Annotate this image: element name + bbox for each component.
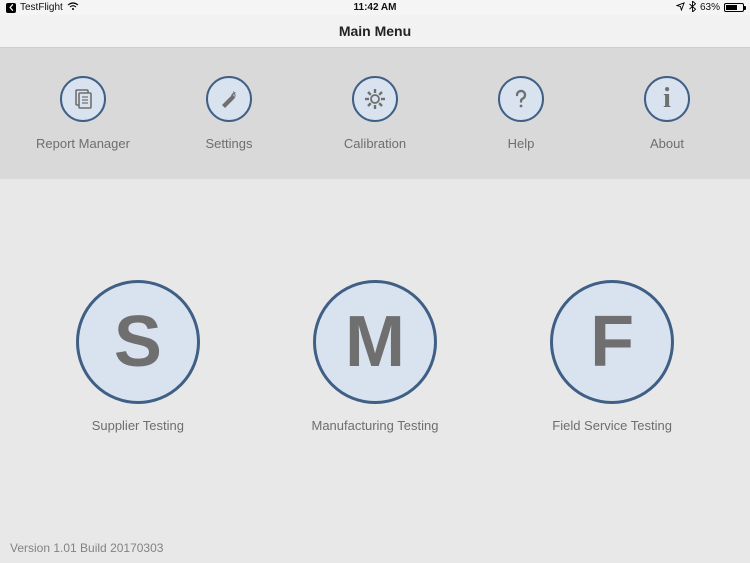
field-service-testing-icon: F: [550, 280, 674, 404]
top-label: Calibration: [344, 136, 406, 151]
info-icon: i: [644, 76, 690, 122]
field-service-testing-button[interactable]: F Field Service Testing: [550, 280, 674, 433]
about-button[interactable]: i About: [597, 76, 737, 151]
letter-glyph: F: [590, 306, 634, 378]
question-icon: [498, 76, 544, 122]
top-label: Report Manager: [36, 136, 130, 151]
gear-icon: [352, 76, 398, 122]
status-left: TestFlight: [6, 2, 79, 14]
status-bar: TestFlight 11:42 AM 63%: [0, 0, 750, 15]
status-right: 63%: [676, 1, 744, 15]
wifi-icon: [67, 2, 79, 14]
back-to-app-label[interactable]: TestFlight: [20, 2, 63, 13]
calibration-button[interactable]: Calibration: [305, 76, 445, 151]
main-label: Field Service Testing: [552, 418, 672, 433]
main-label: Supplier Testing: [92, 418, 184, 433]
report-manager-button[interactable]: Report Manager: [13, 76, 153, 151]
letter-glyph: M: [345, 306, 405, 378]
settings-button[interactable]: Settings: [159, 76, 299, 151]
page-title: Main Menu: [339, 23, 411, 39]
help-button[interactable]: Help: [451, 76, 591, 151]
version-label: Version 1.01 Build 20170303: [10, 541, 163, 555]
top-label: Help: [508, 136, 535, 151]
supplier-testing-icon: S: [76, 280, 200, 404]
battery-icon: [724, 3, 744, 12]
wrench-icon: [206, 76, 252, 122]
manufacturing-testing-button[interactable]: M Manufacturing Testing: [312, 280, 439, 433]
manufacturing-testing-icon: M: [313, 280, 437, 404]
footer: Version 1.01 Build 20170303: [0, 533, 750, 563]
main-menu-area: S Supplier Testing M Manufacturing Testi…: [0, 179, 750, 533]
title-bar: Main Menu: [0, 15, 750, 48]
letter-glyph: S: [114, 306, 162, 378]
bluetooth-icon: [689, 1, 696, 15]
top-menu-strip: Report Manager Settings: [0, 48, 750, 179]
top-label: Settings: [206, 136, 253, 151]
supplier-testing-button[interactable]: S Supplier Testing: [76, 280, 200, 433]
status-time: 11:42 AM: [0, 2, 750, 13]
location-icon: [676, 2, 685, 14]
main-label: Manufacturing Testing: [312, 418, 439, 433]
back-to-app-icon[interactable]: [6, 3, 16, 13]
battery-pct: 63%: [700, 2, 720, 13]
documents-icon: [60, 76, 106, 122]
top-label: About: [650, 136, 684, 151]
